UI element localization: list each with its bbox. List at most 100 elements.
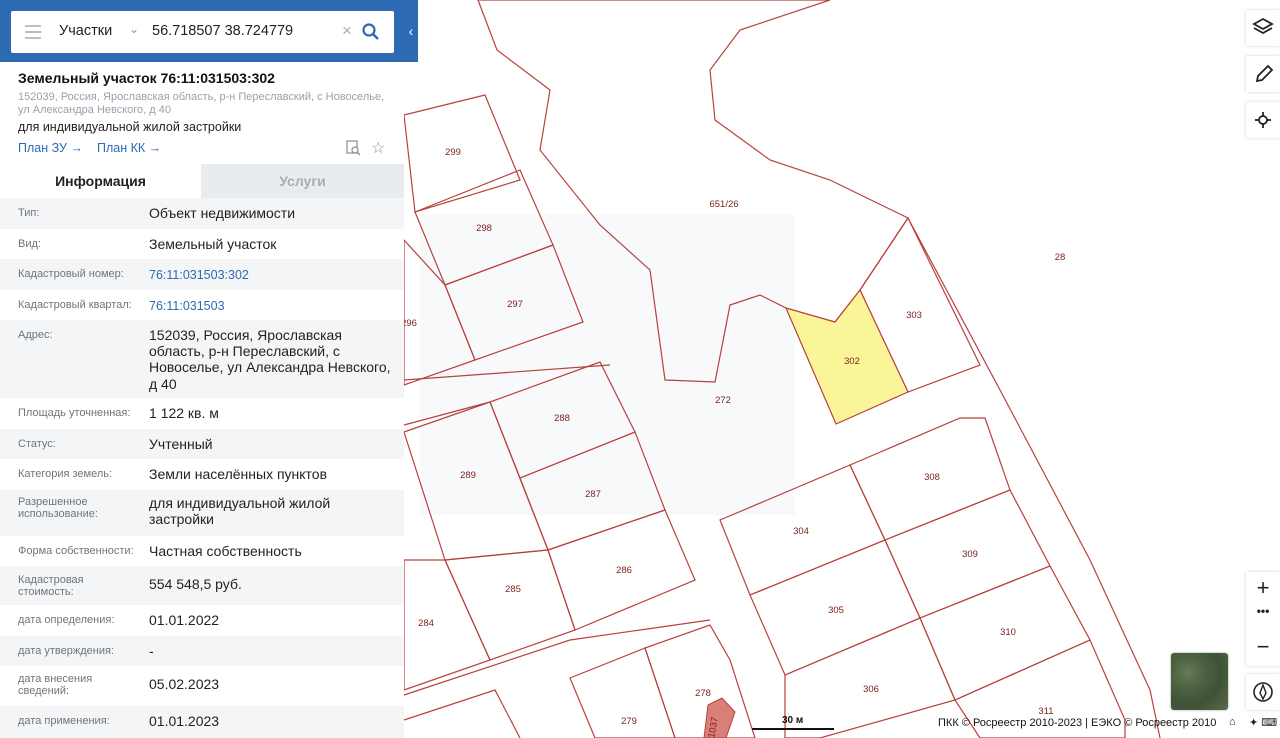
info-panel: Земельный участок 76:11:031503:302 15203… bbox=[0, 0, 404, 738]
info-row-value: для индивидуальной жилой застройки bbox=[149, 495, 331, 528]
parcel-label: 278 bbox=[695, 688, 711, 699]
info-row-value: 1 122 кв. м bbox=[149, 405, 219, 421]
info-row-label: дата утверждения: bbox=[18, 645, 115, 657]
parcel-label: 285 bbox=[505, 584, 521, 595]
tabs: Информация Услуги bbox=[0, 164, 404, 198]
parcel-label: 287 bbox=[585, 489, 601, 500]
zoom-control: + ••• − bbox=[1246, 572, 1280, 666]
parcel-label: 288 bbox=[554, 413, 570, 424]
info-row-value: 152039, Россия, Ярославская область, р-н… bbox=[149, 327, 391, 392]
compass-button[interactable] bbox=[1246, 674, 1280, 710]
info-row: Кадастровый номер: 76:11:031503:302 bbox=[0, 259, 404, 290]
search-input[interactable]: 56.718507 38.724779 bbox=[152, 23, 293, 39]
parcel-label: 304 bbox=[793, 526, 809, 537]
tab-services[interactable]: Услуги bbox=[201, 164, 404, 198]
info-row-label: Вид: bbox=[18, 238, 41, 250]
info-row-value: 05.02.2023 bbox=[149, 676, 220, 692]
parcel-label: 297 bbox=[507, 299, 523, 310]
layers-button[interactable] bbox=[1246, 10, 1280, 46]
info-row: Статус: Учтенный bbox=[0, 429, 404, 459]
parcel-label: 289 bbox=[460, 470, 476, 481]
satellite-layer-thumbnail[interactable] bbox=[1171, 653, 1228, 710]
parcel-label: 272 bbox=[715, 395, 731, 406]
info-row-label: дата внесения сведений: bbox=[18, 673, 93, 697]
info-row-label: Кадастровая стоимость: bbox=[18, 574, 84, 598]
locate-button[interactable] bbox=[1246, 102, 1280, 138]
home-icon[interactable]: ⌂ bbox=[1229, 716, 1236, 728]
bottom-tools[interactable]: ✦ ⌨ bbox=[1249, 716, 1277, 729]
parcel-label: 306 bbox=[863, 684, 879, 695]
info-row-label: Кадастровый номер: bbox=[18, 268, 124, 280]
crosshair-icon bbox=[1255, 112, 1271, 128]
info-row-label: Адрес: bbox=[18, 329, 53, 341]
arrow-right-icon: → bbox=[148, 141, 162, 155]
parcel-card: Земельный участок 76:11:031503:302 15203… bbox=[0, 62, 404, 164]
info-row: Вид: Земельный участок bbox=[0, 229, 404, 259]
info-row: Площадь уточненная: 1 122 кв. м bbox=[0, 398, 404, 429]
crosshair-icon[interactable]: ✦ bbox=[1249, 717, 1258, 729]
info-row: Форма собственности: Частная собственност… bbox=[0, 536, 404, 566]
info-row-value: - bbox=[149, 643, 154, 659]
parcel-use: для индивидуальной жилой застройки bbox=[18, 120, 242, 134]
cadastral-link[interactable]: 76:11:031503 bbox=[149, 298, 394, 314]
measure-button[interactable] bbox=[1246, 56, 1280, 92]
layers-icon bbox=[1252, 17, 1274, 35]
parcel-label: 284 bbox=[418, 618, 434, 629]
parcel-label: 310 bbox=[1000, 627, 1016, 638]
search-type-select[interactable]: Участки bbox=[59, 23, 112, 39]
parcel-label: 279 bbox=[621, 716, 637, 727]
ruler-icon[interactable]: ⌨ bbox=[1261, 717, 1277, 729]
parcel-label: 305 bbox=[828, 605, 844, 616]
star-icon[interactable]: ☆ bbox=[371, 138, 385, 158]
info-row: дата определения: 01.01.2022 bbox=[0, 605, 404, 636]
menu-icon[interactable] bbox=[25, 25, 41, 39]
info-row-value: Земельный участок bbox=[149, 236, 277, 252]
parcel-label: 302 bbox=[844, 356, 860, 367]
parcel-label: 298 bbox=[476, 223, 492, 234]
info-row-value: Земли населённых пунктов bbox=[149, 466, 328, 482]
search-icon[interactable] bbox=[361, 22, 381, 42]
parcel-label: 309 bbox=[962, 549, 978, 560]
cadastral-link[interactable]: 76:11:031503:302 bbox=[149, 267, 394, 283]
parcel-label: 28 bbox=[1055, 252, 1066, 263]
parcel-label: 311 bbox=[1038, 706, 1053, 717]
info-row-value: 01.01.2022 bbox=[149, 612, 220, 628]
search-box[interactable]: Участки ⌄ 56.718507 38.724779 × bbox=[11, 11, 394, 53]
info-row: дата внесения сведений: 05.02.2023 bbox=[0, 666, 404, 706]
chevron-down-icon[interactable]: ⌄ bbox=[129, 22, 139, 36]
tab-information[interactable]: Информация bbox=[0, 164, 201, 198]
map-attribution: ПКК © Росреестр 2010-2023 | ЕЭКО © Росре… bbox=[938, 717, 1217, 729]
parcel-label: 308 bbox=[924, 472, 940, 483]
clear-icon[interactable]: × bbox=[342, 21, 352, 41]
info-row-value: Частная собственность bbox=[149, 543, 302, 559]
more-icon[interactable]: ••• bbox=[1246, 604, 1280, 618]
info-row-label: дата применения: bbox=[18, 715, 110, 727]
info-row-label: Площадь уточненная: bbox=[18, 407, 131, 419]
info-row-value: Учтенный bbox=[149, 436, 213, 452]
parcel-title: Земельный участок 76:11:031503:302 bbox=[18, 70, 275, 86]
document-search-icon[interactable] bbox=[346, 140, 361, 156]
info-row-label: Категория земель: bbox=[18, 468, 113, 480]
info-row: Категория земель: Земли населённых пункто… bbox=[0, 459, 404, 490]
info-row-label: Тип: bbox=[18, 207, 40, 219]
info-row-value: Объект недвижимости bbox=[149, 205, 296, 221]
info-row-value: 01.01.2023 bbox=[149, 713, 220, 729]
info-row: Кадастровый квартал: 76:11:031503 bbox=[0, 290, 404, 320]
info-row-label: Форма собственности: bbox=[18, 545, 134, 557]
plan-zu-link[interactable]: План ЗУ → bbox=[18, 141, 83, 155]
parcel-label: 303 bbox=[906, 310, 922, 321]
info-row: Адрес: 152039, Россия, Ярославская област… bbox=[0, 320, 404, 398]
info-row-label: Разрешенное использование: bbox=[18, 496, 98, 520]
collapse-panel-button[interactable]: ‹ bbox=[404, 0, 418, 62]
plan-kk-link[interactable]: План КК → bbox=[97, 141, 161, 155]
pencil-icon bbox=[1255, 64, 1274, 83]
scale-label: 30 м bbox=[782, 715, 804, 726]
info-row-label: Статус: bbox=[18, 438, 56, 450]
info-row-label: Кадастровый квартал: bbox=[18, 299, 132, 311]
search-bar: Участки ⌄ 56.718507 38.724779 × bbox=[0, 0, 418, 62]
zoom-out-button[interactable]: − bbox=[1246, 634, 1280, 660]
info-row: дата утверждения: - bbox=[0, 636, 404, 666]
parcel-label: 299 bbox=[445, 147, 461, 158]
zoom-in-button[interactable]: + bbox=[1246, 575, 1280, 601]
parcel-address: 152039, Россия, Ярославская область, р-н… bbox=[18, 91, 385, 116]
